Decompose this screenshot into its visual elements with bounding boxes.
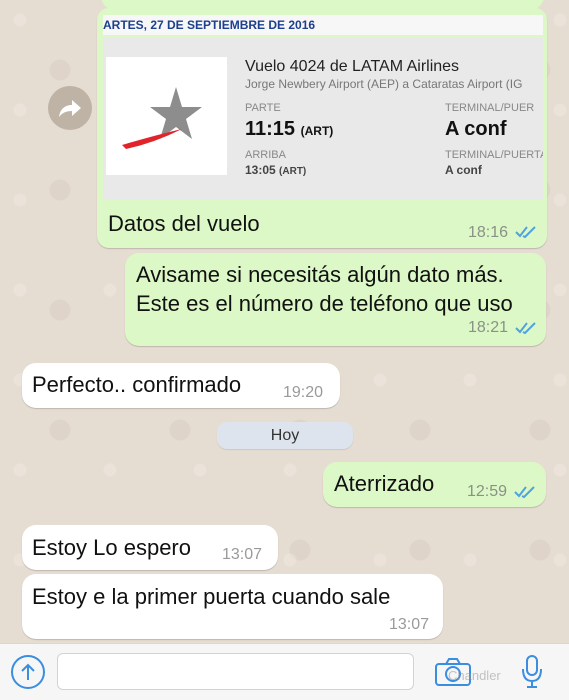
message-bubble-outgoing[interactable]: Avisame si necesitás algún dato más. Est… bbox=[125, 253, 546, 346]
message-time: 12:59 bbox=[467, 483, 508, 500]
message-input[interactable] bbox=[57, 653, 414, 690]
message-text: Perfecto.. confirmado bbox=[32, 372, 242, 397]
camera-icon bbox=[435, 658, 471, 686]
depart-terminal-label: TERMINAL/PUER bbox=[445, 102, 535, 114]
message-bubble-incoming[interactable]: Estoy Lo espero 13:07 bbox=[22, 525, 278, 570]
flight-card-date: ARTES, 27 DE SEPTIEMBRE DE 2016 bbox=[103, 15, 543, 35]
message-time: 18:16 bbox=[468, 224, 509, 241]
depart-terminal: A conf bbox=[445, 118, 507, 140]
message-text: Estoy Lo espero bbox=[32, 535, 191, 560]
date-divider: Hoy bbox=[217, 422, 353, 449]
arrive-timezone: (ART) bbox=[279, 166, 307, 177]
message-time: 13:07 bbox=[389, 616, 430, 633]
arrive-terminal-label: TERMINAL/PUERTA bbox=[445, 149, 543, 161]
message-text: Datos del vuelo bbox=[108, 211, 260, 236]
camera-button[interactable] bbox=[434, 657, 472, 687]
flight-airline: Vuelo 4024 de LATAM Airlines bbox=[245, 58, 460, 75]
message-text: Aterrizado bbox=[334, 471, 435, 496]
message-time: 13:07 bbox=[222, 546, 263, 563]
share-forward-icon bbox=[59, 100, 81, 117]
depart-time: 11:15 (ART) bbox=[245, 118, 333, 141]
read-ticks-icon bbox=[515, 226, 536, 239]
flight-route: Jorge Newbery Airport (AEP) a Cataratas … bbox=[245, 77, 523, 91]
share-forward-button[interactable] bbox=[48, 86, 92, 130]
message-text-line-1: Avisame si necesitás algún dato más. bbox=[136, 262, 504, 287]
message-input-bar: Chandler bbox=[0, 643, 569, 700]
message-text-line-2: Este es el número de teléfono que uso bbox=[136, 291, 513, 316]
flight-card[interactable]: Vuelo 4024 de LATAM Airlines Jorge Newbe… bbox=[103, 38, 543, 200]
arrive-terminal: A conf bbox=[445, 163, 482, 177]
message-time: 19:20 bbox=[283, 384, 324, 401]
message-time: 18:21 bbox=[468, 319, 509, 336]
arrive-time: 13:05 (ART) bbox=[245, 163, 306, 177]
upload-arrow-icon bbox=[21, 663, 35, 680]
message-bubble-incoming[interactable]: Estoy e la primer puerta cuando sale 13:… bbox=[22, 574, 443, 639]
depart-timezone: (ART) bbox=[300, 124, 334, 138]
latam-star-logo bbox=[106, 57, 227, 175]
arrive-time-value: 13:05 bbox=[245, 163, 276, 177]
attach-button[interactable] bbox=[11, 655, 45, 689]
message-text: Estoy e la primer puerta cuando sale bbox=[32, 584, 391, 609]
depart-label: PARTE bbox=[245, 102, 281, 114]
microphone-icon bbox=[522, 655, 542, 688]
message-bubble-incoming[interactable]: Perfecto.. confirmado 19:20 bbox=[22, 363, 340, 408]
read-ticks-icon bbox=[514, 486, 535, 499]
chat-background: ARTES, 27 DE SEPTIEMBRE DE 2016 Vuelo 40… bbox=[0, 0, 569, 650]
message-bubble-outgoing[interactable]: Aterrizado 12:59 bbox=[323, 462, 546, 507]
read-ticks-icon bbox=[515, 322, 536, 335]
microphone-button[interactable] bbox=[520, 654, 544, 690]
depart-time-value: 11:15 bbox=[245, 118, 296, 140]
arrive-label: ARRIBA bbox=[245, 149, 286, 161]
